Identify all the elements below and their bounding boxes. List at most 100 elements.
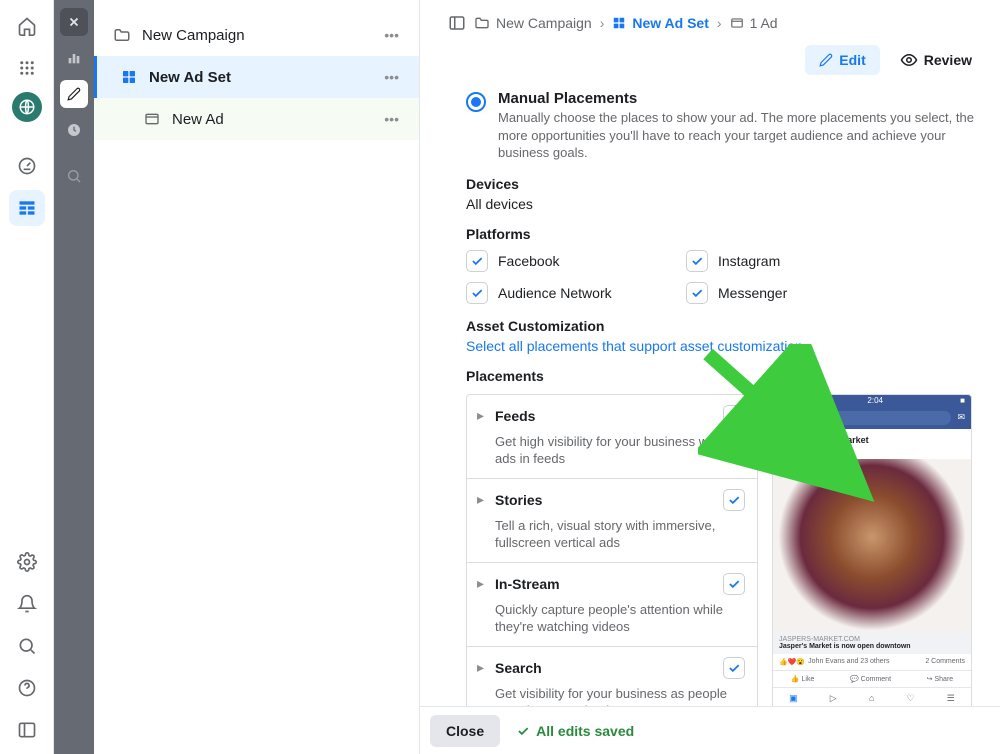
platform-messenger[interactable]: Messenger (686, 282, 886, 304)
review-button[interactable]: Review (894, 44, 978, 76)
placements-list: ▸Feeds Get high visibility for your busi… (466, 394, 758, 706)
breadcrumb-adset-label: New Ad Set (632, 15, 709, 31)
home-icon[interactable] (9, 8, 45, 44)
folder-icon (112, 26, 132, 44)
placement-search[interactable]: ▸ Search Get visibility for your business… (467, 647, 757, 706)
main-panel: New Campaign › New Ad Set › 1 Ad Edit Re… (420, 0, 1000, 754)
panel-icon[interactable] (9, 712, 45, 748)
close-icon[interactable] (60, 8, 88, 36)
breadcrumb: New Campaign › New Ad Set › 1 Ad (448, 14, 978, 32)
more-icon[interactable]: ••• (378, 65, 405, 89)
tree-adset-label: New Ad Set (149, 69, 378, 86)
platforms-heading: Platforms (466, 226, 978, 242)
placement-feeds[interactable]: ▸Feeds Get high visibility for your busi… (467, 395, 757, 479)
preview-reactions: 👍❤️😮John Evans and 23 others2 Comments (773, 654, 971, 671)
bell-icon[interactable] (9, 586, 45, 622)
platform-label: Instagram (718, 253, 780, 269)
content-scroll[interactable]: Manual Placements Manually choose the pl… (420, 86, 1000, 706)
breadcrumb-ad-label: 1 Ad (750, 15, 778, 31)
gear-icon[interactable] (9, 544, 45, 580)
search-icon[interactable] (9, 628, 45, 664)
tree-adset[interactable]: New Ad Set ••• (94, 56, 419, 98)
close-button-label: Close (446, 723, 484, 739)
globe-icon[interactable] (12, 92, 42, 122)
platform-instagram[interactable]: Instagram (686, 250, 886, 272)
footer: Close All edits saved (420, 706, 1000, 754)
tree-campaign[interactable]: New Campaign ••• (94, 14, 419, 56)
close-button[interactable]: Close (430, 715, 500, 747)
breadcrumb-campaign-label: New Campaign (496, 15, 592, 31)
platform-label: Facebook (498, 253, 559, 269)
review-button-label: Review (924, 52, 972, 68)
preview-search-label: Search (812, 413, 837, 422)
caret-right-icon[interactable]: ▸ (477, 575, 487, 592)
placement-title: Feeds (495, 408, 715, 424)
preview-domain: jaspers-market.com (779, 636, 965, 643)
platforms-grid: Facebook Instagram Audience Network Mess… (466, 250, 886, 304)
checkbox-icon[interactable] (723, 405, 745, 427)
placement-desc: Quickly capture people's attention while… (477, 601, 745, 636)
left-nav-rail (0, 0, 54, 754)
breadcrumb-campaign[interactable]: New Campaign (474, 15, 592, 31)
caret-right-icon[interactable]: ▸ (477, 407, 487, 424)
preview-avatar: J (779, 435, 797, 453)
placement-instream[interactable]: ▸ In-Stream Quickly capture people's atte… (467, 563, 757, 647)
placement-title: Stories (495, 492, 715, 508)
more-icon[interactable]: ••• (378, 107, 405, 131)
preview-tabbar: ▣▷⌂♡☰ (773, 687, 971, 706)
preview-sponsored: Sponsored (801, 445, 869, 452)
manual-placements-desc: Manually choose the places to show your … (498, 109, 978, 162)
tree-ad[interactable]: New Ad ••• (94, 98, 419, 140)
platform-facebook[interactable]: Facebook (466, 250, 666, 272)
placement-desc: Tell a rich, visual story with immersive… (477, 517, 745, 552)
clock-icon[interactable] (60, 116, 88, 144)
header: New Campaign › New Ad Set › 1 Ad Edit Re… (420, 0, 1000, 86)
checkbox-icon[interactable] (723, 489, 745, 511)
tree-campaign-label: New Campaign (142, 27, 378, 44)
ad-icon (142, 111, 162, 127)
preview-time: 2:04 (867, 396, 883, 405)
checkbox-icon[interactable] (723, 573, 745, 595)
asset-link[interactable]: Select all placements that support asset… (466, 338, 978, 354)
caret-right-icon[interactable]: ▸ (477, 491, 487, 508)
zoom-icon[interactable] (60, 162, 88, 190)
checkbox-icon[interactable] (466, 250, 488, 272)
manual-placements-option[interactable]: Manual Placements Manually choose the pl… (466, 90, 978, 162)
platform-audience-network[interactable]: Audience Network (466, 282, 666, 304)
apps-icon[interactable] (9, 50, 45, 86)
radio-selected-icon[interactable] (466, 92, 486, 112)
tree-ad-label: New Ad (172, 111, 378, 128)
edit-button[interactable]: Edit (805, 45, 879, 75)
placements-heading: Placements (466, 368, 978, 384)
breadcrumb-adset[interactable]: New Ad Set (612, 15, 709, 31)
placement-stories[interactable]: ▸ Stories Tell a rich, visual story with … (467, 479, 757, 563)
check-icon (516, 724, 530, 738)
manual-placements-title: Manual Placements (498, 90, 978, 107)
preview-link-card: jaspers-market.com Jasper's Market is no… (773, 632, 971, 654)
help-icon[interactable] (9, 670, 45, 706)
editor-rail (54, 0, 94, 754)
chart-icon[interactable] (60, 44, 88, 72)
platform-label: Audience Network (498, 285, 612, 301)
pencil-icon[interactable] (60, 80, 88, 108)
checkbox-icon[interactable] (686, 282, 708, 304)
caret-right-icon[interactable]: ▸ (477, 659, 487, 676)
placement-title: Search (495, 660, 715, 676)
checkbox-icon[interactable] (466, 282, 488, 304)
save-status-label: All edits saved (536, 723, 634, 739)
breadcrumb-ad[interactable]: 1 Ad (730, 15, 778, 31)
gauge-icon[interactable] (9, 148, 45, 184)
panel-toggle-icon[interactable] (448, 14, 466, 32)
chevron-right-icon: › (717, 15, 722, 31)
more-icon[interactable]: ••• (378, 23, 405, 47)
preview-topbar: ◉ 🔍Search ✉ (773, 407, 971, 429)
asset-heading: Asset Customization (466, 318, 978, 334)
checkbox-icon[interactable] (723, 657, 745, 679)
placement-desc: Get visibility for your business as peop… (477, 685, 745, 706)
devices-heading: Devices (466, 176, 978, 192)
platform-label: Messenger (718, 285, 787, 301)
placement-title: In-Stream (495, 576, 715, 592)
checkbox-icon[interactable] (686, 250, 708, 272)
table-icon[interactable] (9, 190, 45, 226)
campaign-tree: New Campaign ••• New Ad Set ••• New Ad •… (94, 0, 420, 754)
